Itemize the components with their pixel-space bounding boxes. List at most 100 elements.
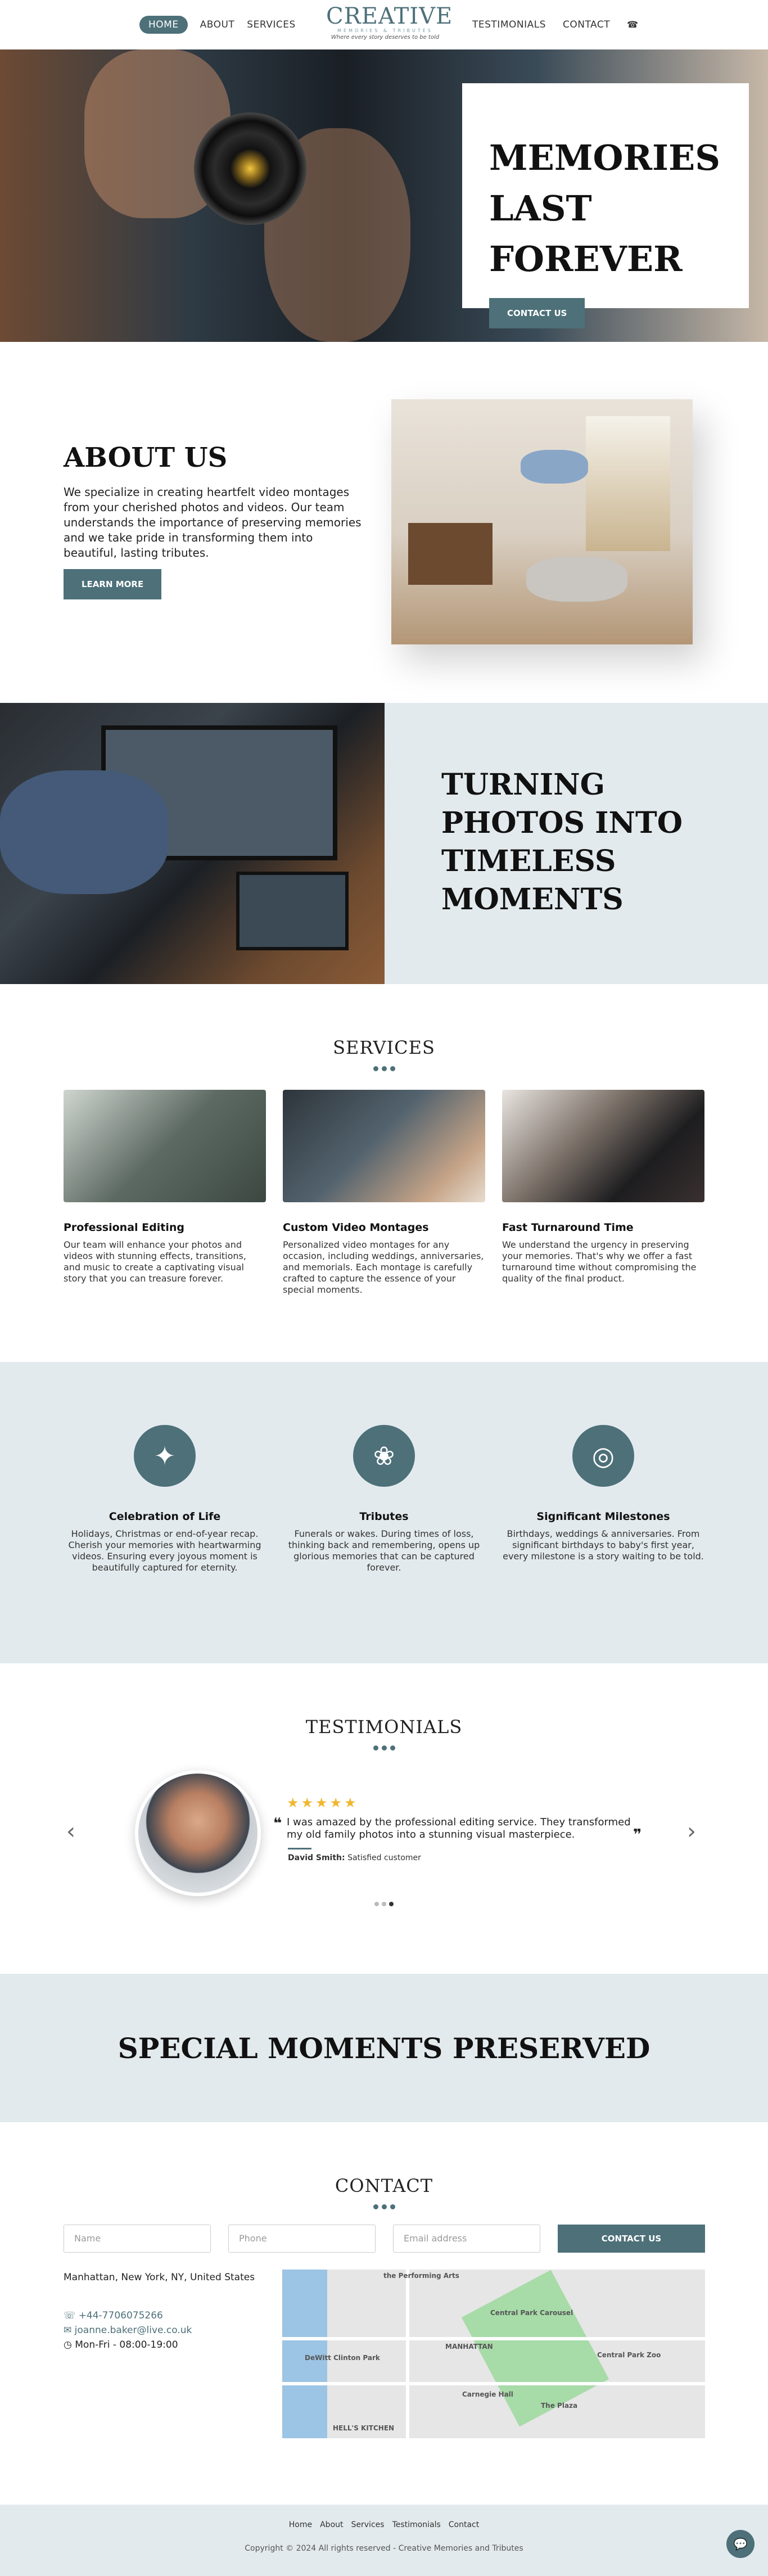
contact-phone[interactable]: ☏ +44-7706075266 [64, 2310, 163, 2321]
learn-more-button[interactable]: LEARN MORE [64, 569, 162, 599]
nav-left: HOME ABOUT SERVICES [139, 16, 296, 34]
map-label: Central Park Zoo [597, 2351, 661, 2359]
about-text: We specialize in creating heartfelt vide… [64, 485, 362, 560]
editor-arm-image [0, 770, 169, 894]
contact-submit-button[interactable]: CONTACT US [558, 2225, 705, 2253]
contact-phone-value[interactable]: +44-7706075266 [79, 2310, 163, 2321]
map-label: Central Park Carousel [490, 2309, 573, 2317]
avatar [135, 1770, 261, 1896]
services-grid: Professional Editing Our team will enhan… [64, 1090, 704, 1296]
logo-tagline: Where every story deserves to be told [331, 34, 440, 40]
service-text: Personalized video montages for any occa… [283, 1239, 484, 1295]
nav-right: TESTIMONIALS CONTACT ☎ [472, 16, 639, 34]
footer-links: Home About Services Testimonials Contact [0, 2520, 768, 2529]
special-title: SPECIAL MOMENTS PRESERVED [118, 2031, 650, 2065]
chat-icon[interactable]: 💬 [726, 2530, 755, 2558]
name-input[interactable]: Name [64, 2225, 211, 2253]
map-label: HELL'S KITCHEN [333, 2424, 395, 2432]
contact-hours-value: Mon-Fri - 08:00-19:00 [75, 2339, 178, 2351]
service-text: We understand the urgency in preserving … [502, 1239, 697, 1284]
testimonial-author: David Smith: Satisfied customer [288, 1853, 421, 1862]
services-title: SERVICES [333, 1037, 435, 1058]
about-title: ABOUT US [64, 442, 228, 473]
service-card: Custom Video Montages Personalized video… [283, 1090, 485, 1296]
footer-link-home[interactable]: Home [289, 2520, 312, 2529]
testimonial-quote: I was amazed by the professional editing… [287, 1816, 631, 1840]
service-image-montage [283, 1090, 485, 1202]
party-popper-icon: ✦ [134, 1425, 196, 1487]
footer-link-services[interactable]: Services [351, 2520, 385, 2529]
contact-email[interactable]: ✉ joanne.baker@live.co.uk [64, 2325, 192, 2336]
contact-email-value[interactable]: joanne.baker@live.co.uk [75, 2325, 192, 2336]
location-map[interactable]: the Performing Arts Central Park Carouse… [282, 2270, 705, 2438]
map-label: the Performing Arts [383, 2272, 459, 2280]
about-family-image [391, 399, 693, 644]
hero-title: MEMORIES LAST FOREVER [489, 137, 721, 279]
nav-home[interactable]: HOME [139, 16, 188, 34]
testimonials-section: TESTIMONIALS ‹ › ★★★★★ ❝ I was amazed by… [0, 1663, 768, 1974]
feature-card: ◎ Significant Milestones Birthdays, wedd… [502, 1425, 704, 1573]
services-dots [0, 1066, 768, 1071]
features-section: ✦ Celebration of Life Holidays, Christma… [0, 1362, 768, 1663]
about-image-father [526, 557, 627, 602]
contact-title: CONTACT [335, 2175, 433, 2196]
bouquet-icon: ❀ [353, 1425, 415, 1487]
phone-icon[interactable]: ☎ [627, 16, 638, 34]
hero-card: MEMORIES LAST FOREVER CONTACT US [462, 83, 749, 328]
map-label: The Plaza [541, 2402, 578, 2410]
features-grid: ✦ Celebration of Life Holidays, Christma… [64, 1425, 704, 1573]
nav-about[interactable]: ABOUT [200, 16, 235, 34]
about-image-cabinet [408, 523, 493, 585]
turning-section: TURNING PHOTOS INTO TIMELESS MOMENTS [0, 703, 768, 984]
hero-contact-button[interactable]: CONTACT US [489, 298, 585, 328]
turning-title: TURNING PHOTOS INTO TIMELESS MOMENTS [441, 768, 683, 917]
contact-section: CONTACT Name Phone Email address CONTACT… [0, 2122, 768, 2505]
editing-monitor-small-image [236, 872, 349, 950]
logo-subtitle: MEMORIES & TRIBUTES [337, 28, 433, 33]
feature-title: Celebration of Life [109, 1510, 221, 1523]
nav-testimonials[interactable]: TESTIMONIALS [472, 16, 546, 34]
hero-camera-lens-image [194, 112, 306, 225]
carousel-dot[interactable] [382, 1902, 386, 1906]
feature-title: Significant Milestones [536, 1510, 670, 1523]
map-label: DeWitt Clinton Park [305, 2354, 380, 2362]
service-card: Professional Editing Our team will enhan… [64, 1090, 266, 1296]
nav-contact[interactable]: CONTACT [563, 16, 610, 34]
map-label: Carnegie Hall [462, 2390, 513, 2398]
phone-input[interactable]: Phone [228, 2225, 376, 2253]
contact-address: Manhattan, New York, NY, United States [64, 2272, 255, 2283]
quote-close-icon: ❞ [633, 1826, 642, 1843]
top-navigation: HOME ABOUT SERVICES CREATIVE MEMORIES & … [0, 0, 768, 49]
footer-link-testimonials[interactable]: Testimonials [392, 2520, 441, 2529]
footer-link-contact[interactable]: Contact [449, 2520, 479, 2529]
carousel-dot-active[interactable] [389, 1902, 394, 1906]
author-name: David Smith: [288, 1853, 345, 1862]
carousel-next-arrow-icon[interactable]: › [687, 1819, 696, 1844]
site-logo[interactable]: CREATIVE MEMORIES & TRIBUTES Where every… [326, 4, 452, 40]
carousel-dot[interactable] [374, 1902, 379, 1906]
footer-link-about[interactable]: About [320, 2520, 343, 2529]
map-road [282, 2337, 705, 2340]
author-divider [288, 1848, 311, 1849]
testimonials-dots [0, 1745, 768, 1751]
feature-title: Tributes [359, 1510, 409, 1523]
map-label: MANHATTAN [445, 2343, 493, 2351]
testimonials-title: TESTIMONIALS [305, 1716, 463, 1738]
nav-services[interactable]: SERVICES [247, 16, 295, 34]
feature-card: ❀ Tributes Funerals or wakes. During tim… [283, 1425, 485, 1573]
service-title: Fast Turnaround Time [502, 1221, 634, 1234]
hero-section: MEMORIES LAST FOREVER CONTACT US [0, 49, 768, 342]
service-title: Custom Video Montages [283, 1221, 429, 1234]
phone-small-icon: ☏ [64, 2310, 79, 2321]
email-input[interactable]: Email address [393, 2225, 540, 2253]
services-section: SERVICES Professional Editing Our team w… [0, 984, 768, 1362]
carousel-dots [374, 1902, 394, 1906]
clock-icon: ◷ [64, 2339, 75, 2351]
map-road [282, 2382, 705, 2385]
editing-desk-image [0, 703, 385, 984]
mail-icon: ✉ [64, 2325, 75, 2336]
copyright: Copyright © 2024 All rights reserved - C… [245, 2544, 523, 2553]
feature-text: Funerals or wakes. During times of loss,… [288, 1528, 480, 1573]
carousel-prev-arrow-icon[interactable]: ‹ [66, 1819, 75, 1844]
site-footer: Home About Services Testimonials Contact… [0, 2505, 768, 2576]
